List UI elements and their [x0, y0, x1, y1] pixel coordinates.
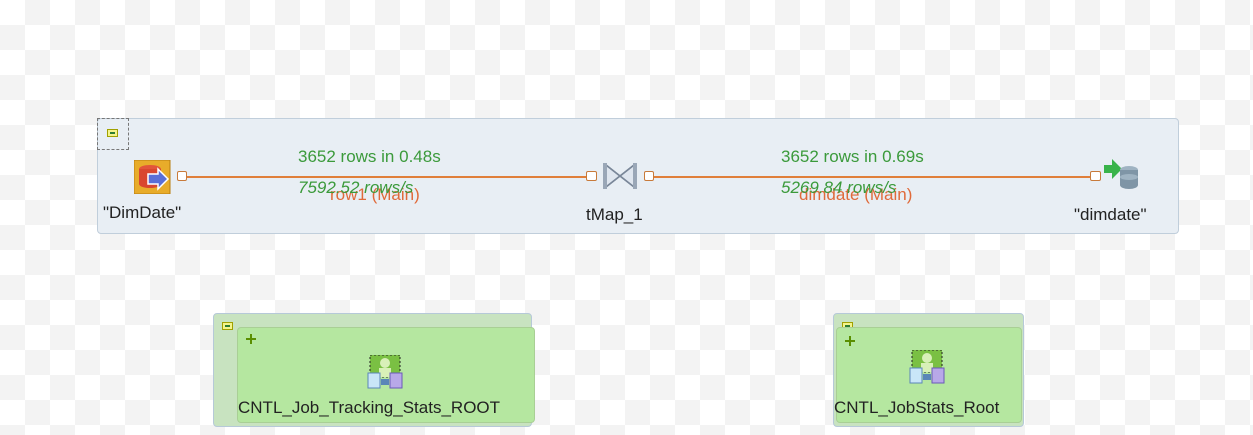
component-label-tmap: tMap_1	[586, 205, 643, 224]
db-output-icon[interactable]	[1102, 157, 1140, 191]
component-label-dimdate-input: "DimDate"	[103, 203, 182, 222]
input-port[interactable]	[1090, 171, 1101, 181]
collapse-icon[interactable]	[222, 322, 233, 330]
connection-dimdate-stats: 3652 rows in 0.69s	[781, 147, 924, 166]
output-port[interactable]	[644, 171, 654, 181]
db-input-icon[interactable]	[133, 159, 176, 195]
expand-icon[interactable]	[845, 336, 855, 346]
connection-row1-stats: 3652 rows in 0.48s	[298, 147, 441, 166]
connection-dimdate-rate: 5269.84 rows/s	[781, 178, 897, 197]
component-label-dimdate-output: "dimdate"	[1074, 205, 1147, 224]
output-port[interactable]	[177, 171, 187, 181]
tmap-icon[interactable]	[600, 159, 640, 193]
component-label-job-tracking: CNTL_Job_Tracking_Stats_ROOT	[238, 398, 501, 417]
expand-icon[interactable]	[246, 334, 256, 344]
connection-row1-rate: 7592.52 rows/s	[298, 178, 414, 197]
job-tracker-icon[interactable]	[366, 354, 404, 389]
collapse-icon[interactable]	[107, 129, 118, 137]
job-tracker-icon[interactable]	[908, 349, 946, 384]
component-label-jobstats-root: CNTL_JobStats_Root	[834, 398, 1000, 417]
input-port[interactable]	[586, 171, 597, 181]
